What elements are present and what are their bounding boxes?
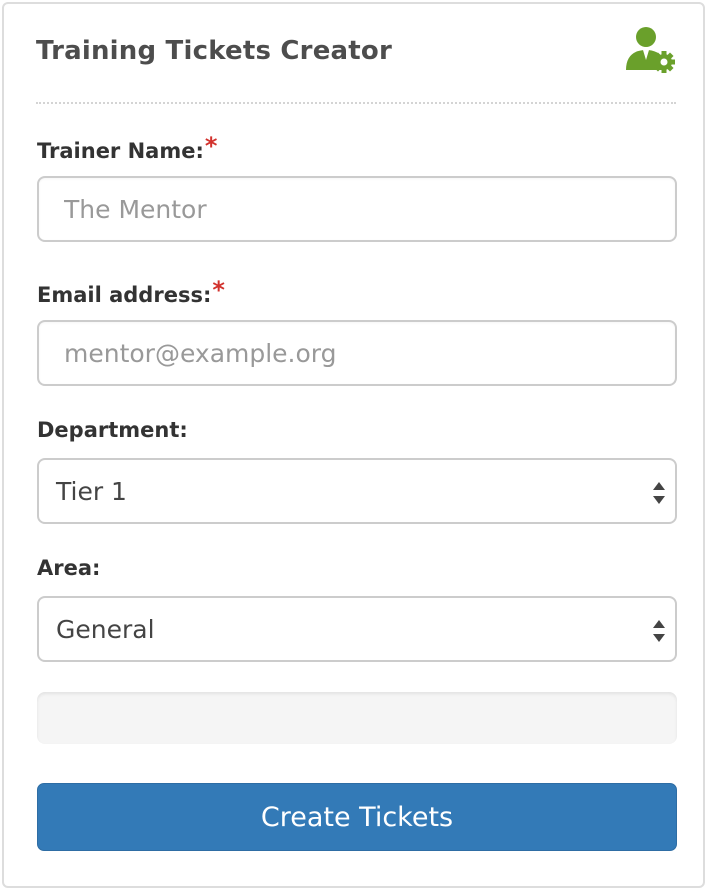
required-asterisk: * xyxy=(204,132,218,160)
select-updown-icon xyxy=(653,620,665,642)
required-asterisk: * xyxy=(212,276,225,304)
panel-header: Training Tickets Creator xyxy=(36,27,676,104)
progress-bar xyxy=(37,692,677,744)
email-label-text: Email address: xyxy=(37,283,212,307)
email-input[interactable] xyxy=(64,338,675,368)
trainer-name-label: Trainer Name:* xyxy=(37,132,217,164)
department-selected-value: Tier 1 xyxy=(56,476,127,506)
area-select[interactable]: General xyxy=(37,596,677,662)
email-field-wrap xyxy=(37,320,677,386)
create-tickets-button[interactable]: Create Tickets xyxy=(37,783,677,851)
user-settings-icon xyxy=(626,27,675,73)
department-label: Department: xyxy=(37,418,188,442)
select-updown-icon xyxy=(653,482,665,504)
area-selected-value: General xyxy=(56,614,155,644)
department-select[interactable]: Tier 1 xyxy=(37,458,677,524)
panel-title: Training Tickets Creator xyxy=(36,36,392,66)
area-label: Area: xyxy=(37,556,101,580)
trainer-name-input[interactable] xyxy=(64,194,675,224)
trainer-name-label-text: Trainer Name: xyxy=(37,139,204,163)
tickets-panel: Training Tickets Creator Trainer Name:* … xyxy=(2,2,705,888)
trainer-name-field-wrap xyxy=(37,176,677,242)
email-label: Email address:* xyxy=(37,276,225,308)
